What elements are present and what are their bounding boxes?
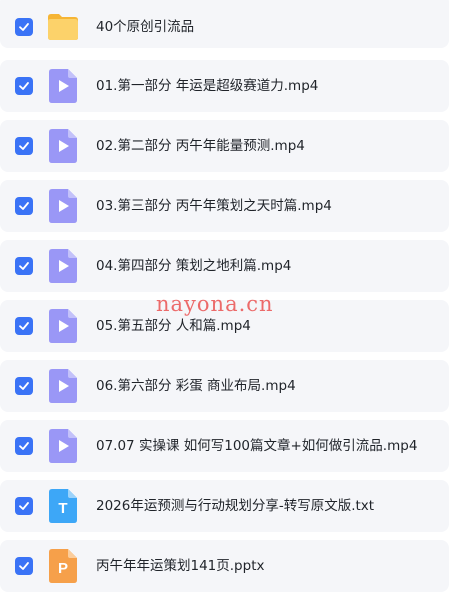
checkbox[interactable]: [15, 257, 33, 275]
checkbox[interactable]: [15, 497, 33, 515]
ppt-file-icon: P: [49, 549, 77, 583]
file-name: 07.07 实操课 如何写100篇文章+如何做引流品.mp4: [96, 438, 418, 454]
file-name: 2026年运预测与行动规划分享-转写原文版.txt: [96, 498, 375, 514]
file-name: 03.第三部分 丙午年策划之天时篇.mp4: [96, 198, 332, 214]
check-icon: [19, 382, 29, 390]
list-item[interactable]: P 丙午年年运策划141页.pptx: [0, 540, 449, 592]
video-file-icon: [49, 369, 77, 403]
list-item[interactable]: 04.第四部分 策划之地利篇.mp4: [0, 240, 449, 292]
checkbox[interactable]: [15, 18, 33, 36]
check-icon: [19, 82, 29, 90]
check-icon: [19, 562, 29, 570]
checkbox[interactable]: [15, 137, 33, 155]
file-name: 丙午年年运策划141页.pptx: [96, 558, 265, 574]
text-icon-glyph: T: [58, 500, 67, 517]
file-name: 01.第一部分 年运是超级赛道力.mp4: [96, 78, 319, 94]
check-icon: [19, 262, 29, 270]
check-icon: [19, 502, 29, 510]
video-file-icon: [49, 429, 77, 463]
list-item[interactable]: 07.07 实操课 如何写100篇文章+如何做引流品.mp4: [0, 420, 449, 472]
list-item[interactable]: 02.第二部分 丙午年能量预测.mp4: [0, 120, 449, 172]
file-name: 40个原创引流品: [96, 19, 195, 35]
list-item[interactable]: 06.第六部分 彩蛋 商业布局.mp4: [0, 360, 449, 412]
checkbox[interactable]: [15, 557, 33, 575]
video-file-icon: [49, 189, 77, 223]
video-file-icon: [49, 249, 77, 283]
list-item[interactable]: 40个原创引流品: [0, 0, 449, 48]
checkbox[interactable]: [15, 317, 33, 335]
list-item[interactable]: T 2026年运预测与行动规划分享-转写原文版.txt: [0, 480, 449, 532]
checkbox[interactable]: [15, 197, 33, 215]
ppt-icon-glyph: P: [58, 560, 68, 577]
file-name: 02.第二部分 丙午年能量预测.mp4: [96, 138, 305, 154]
video-file-icon: [49, 69, 77, 103]
video-file-icon: [49, 129, 77, 163]
list-item[interactable]: 03.第三部分 丙午年策划之天时篇.mp4: [0, 180, 449, 232]
check-icon: [19, 202, 29, 210]
checkbox[interactable]: [15, 77, 33, 95]
text-file-icon: T: [49, 489, 77, 523]
list-item[interactable]: 01.第一部分 年运是超级赛道力.mp4: [0, 60, 449, 112]
checkbox[interactable]: [15, 377, 33, 395]
file-name: 04.第四部分 策划之地利篇.mp4: [96, 258, 292, 274]
video-file-icon: [49, 309, 77, 343]
check-icon: [19, 142, 29, 150]
check-icon: [19, 322, 29, 330]
folder-icon: [46, 13, 80, 41]
check-icon: [19, 23, 29, 31]
file-list: 40个原创引流品 01.第一部分 年运是超级赛道力.mp4 02.第二部分 丙午…: [0, 0, 449, 608]
check-icon: [19, 442, 29, 450]
file-name: 05.第五部分 人和篇.mp4: [96, 318, 251, 334]
file-name: 06.第六部分 彩蛋 商业布局.mp4: [96, 378, 296, 394]
watermark: nayona.cn: [156, 292, 274, 316]
checkbox[interactable]: [15, 437, 33, 455]
